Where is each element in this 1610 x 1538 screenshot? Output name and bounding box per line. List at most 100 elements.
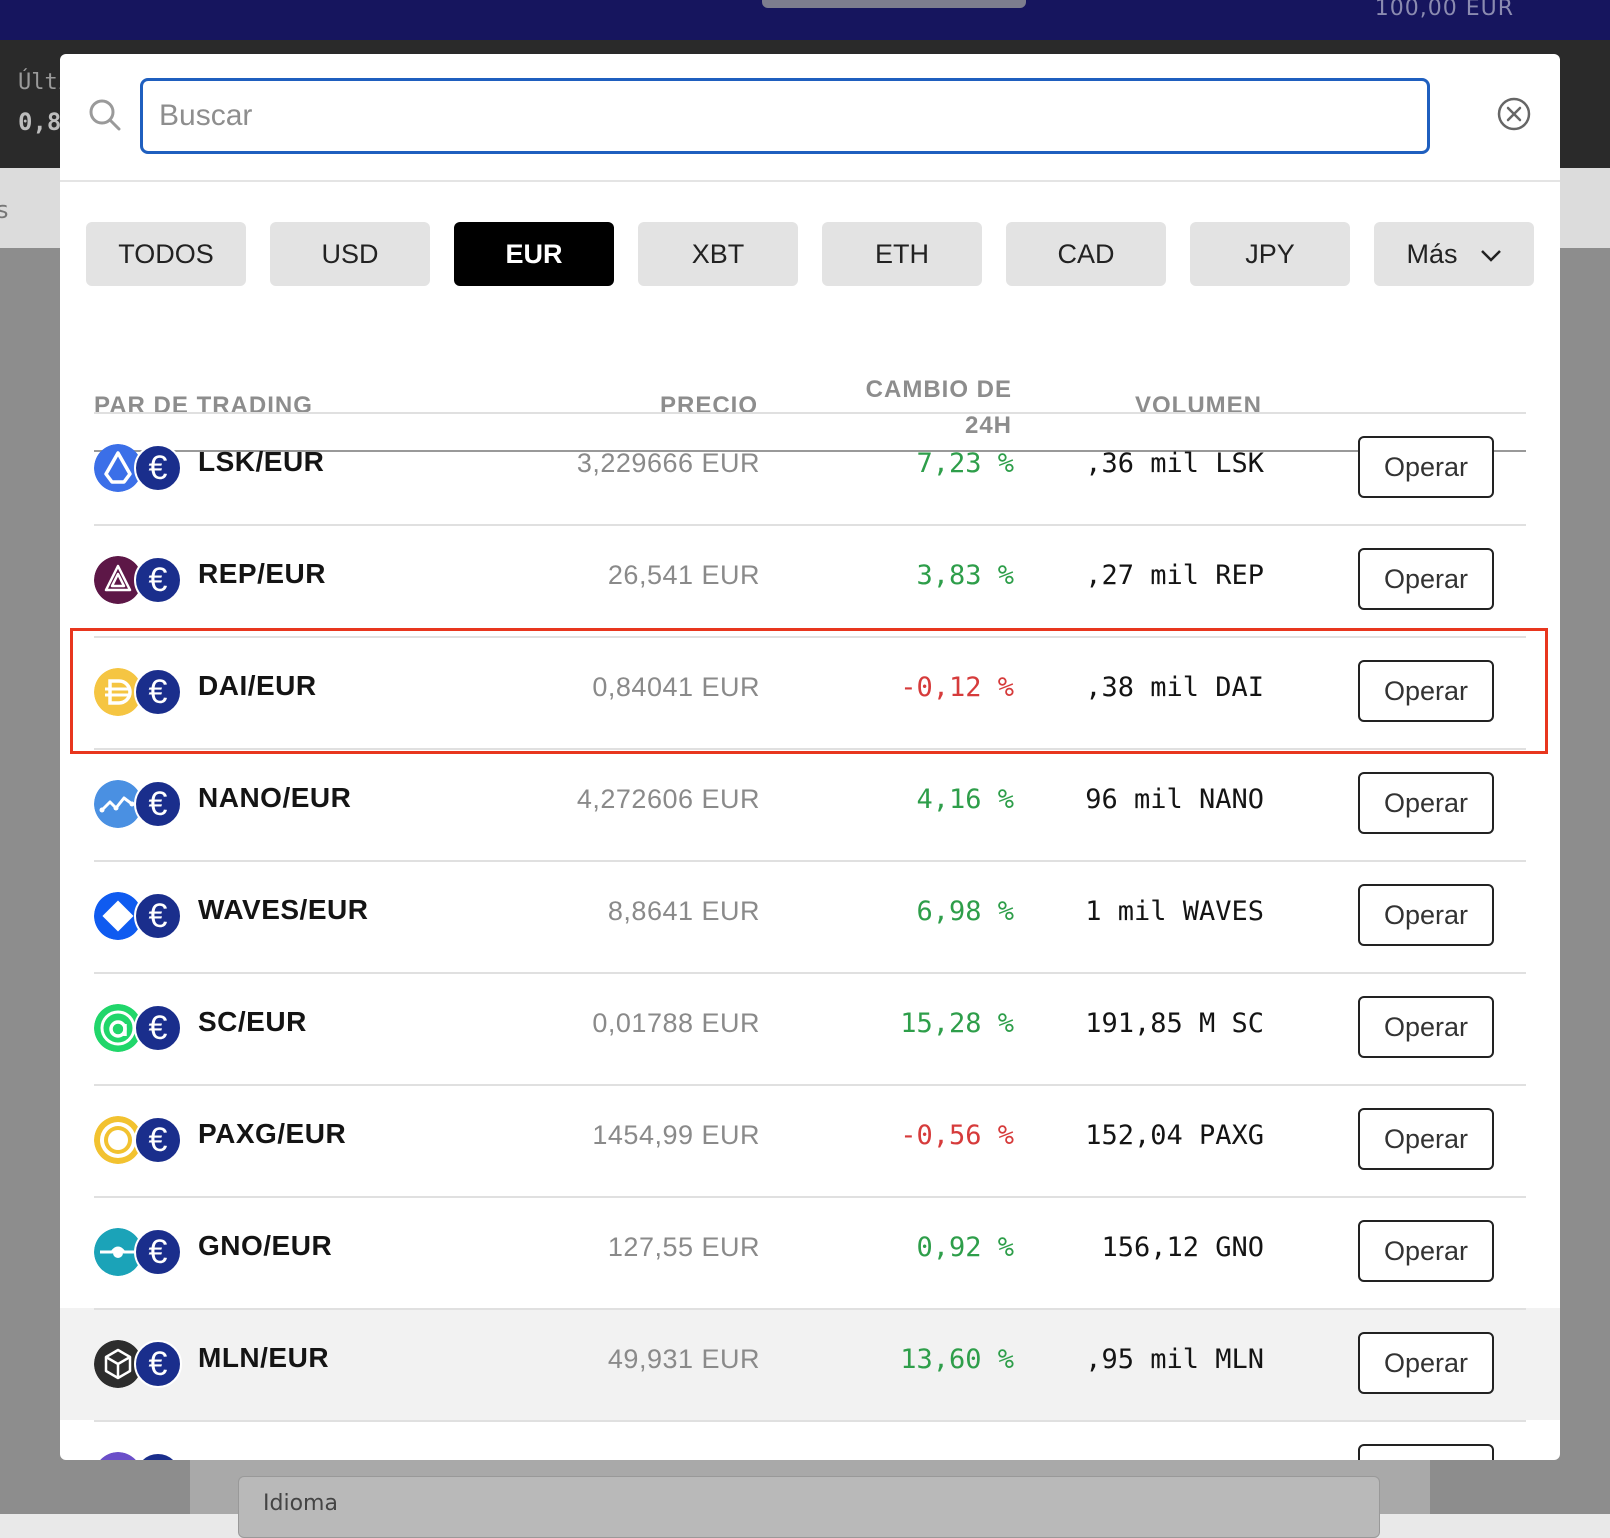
tab-xbt[interactable]: XBT (638, 222, 798, 286)
tab-eur[interactable]: EUR (454, 222, 614, 286)
euro-icon: € (134, 1228, 182, 1276)
trade-button[interactable]: Operar (1358, 1220, 1494, 1282)
table-row[interactable]: € DAI/EUR 0,84041 EUR -0,12 % ,38 mil DA… (60, 636, 1560, 748)
tab-todos[interactable]: TODOS (86, 222, 246, 286)
tab-label: TODOS (118, 239, 214, 269)
row-divider (94, 1084, 1526, 1086)
close-icon[interactable] (1496, 96, 1532, 132)
pair-name: DAI/EUR (198, 670, 317, 701)
euro-icon: € (134, 1116, 182, 1164)
drag-handle (762, 0, 1026, 8)
pair-price: 8,8641 EUR (607, 896, 760, 926)
pair-name: LSK/EUR (198, 446, 325, 477)
row-divider (94, 860, 1526, 862)
row-divider (94, 748, 1526, 750)
row-divider (94, 636, 1526, 638)
pair-change: 4,16 % (916, 784, 1014, 815)
pair-name: WAVES/EUR (198, 894, 369, 925)
language-select[interactable]: Idioma (238, 1476, 1380, 1538)
pair-volume: ,36 mil LSK (1085, 448, 1264, 479)
market-selector-modal: TODOS USD EUR XBT ETH CAD JPY Más PAR DE… (60, 54, 1560, 1460)
pair-name: GNO/EUR (198, 1230, 333, 1261)
pair-volume: ,38 mil DAI (1085, 672, 1264, 703)
euro-icon: € (134, 444, 182, 492)
trade-button[interactable]: Operar (1358, 884, 1494, 946)
pair-price: 4,272606 EUR (576, 784, 760, 814)
pair-volume: 191,85 M SC (1085, 1008, 1264, 1039)
pair-volume: 152,04 PAXG (1085, 1120, 1264, 1151)
trade-button[interactable]: Operar (1358, 772, 1494, 834)
pair-volume: ,27 mil REP (1085, 560, 1264, 591)
table-row[interactable]: € REP/EUR 26,541 EUR 3,83 % ,27 mil REP … (60, 524, 1560, 636)
table-row[interactable]: € PAXG/EUR 1454,99 EUR -0,56 % 152,04 PA… (60, 1084, 1560, 1196)
tab-label: EUR (505, 239, 563, 269)
app-top-bar: 100,00 EUR (0, 0, 1610, 40)
pair-price: 0,01788 EUR (592, 1008, 760, 1038)
header-change-line1: CAMBIO DE (865, 376, 1012, 403)
search-input[interactable] (140, 78, 1430, 154)
tab-label: USD (321, 239, 379, 269)
tab-cad[interactable]: CAD (1006, 222, 1166, 286)
row-divider (94, 972, 1526, 974)
table-row[interactable]: € SC/EUR 0,01788 EUR 15,28 % 191,85 M SC… (60, 972, 1560, 1084)
pair-change: 0,92 % (916, 1232, 1014, 1263)
tab-eth[interactable]: ETH (822, 222, 982, 286)
tab-more[interactable]: Más (1374, 222, 1534, 286)
search-icon (89, 99, 121, 131)
trade-button[interactable]: Operar (1358, 660, 1494, 722)
pair-volume: 1 mil WAVES (1085, 896, 1264, 927)
tab-label: CAD (1057, 239, 1115, 269)
pair-name: MLN/EUR (198, 1342, 330, 1373)
trade-button[interactable]: Operar (1358, 548, 1494, 610)
coin-icon (100, 1452, 136, 1460)
euro-icon: € (134, 556, 182, 604)
euro-icon: € (134, 892, 182, 940)
pair-volume: 156,12 GNO (1101, 1232, 1264, 1263)
euro-icon: € (134, 1452, 182, 1460)
pair-change: 6,98 % (916, 896, 1014, 927)
trade-button[interactable]: Operar (1358, 1108, 1494, 1170)
tab-usd[interactable]: USD (270, 222, 430, 286)
pair-change: 15,28 % (900, 1008, 1014, 1039)
row-divider (94, 412, 1526, 414)
pair-price: 26,541 EUR (607, 560, 760, 590)
table-row[interactable]: € NANO/EUR 4,272606 EUR 4,16 % 96 mil NA… (60, 748, 1560, 860)
tab-label: XBT (691, 239, 745, 269)
tab-label: ETH (875, 239, 929, 269)
chevron-down-icon (1480, 249, 1501, 262)
pair-change: -0,56 % (900, 1120, 1014, 1151)
euro-icon: € (134, 668, 182, 716)
pair-name: NANO/EUR (198, 782, 352, 813)
pair-price: 0,84041 EUR (592, 672, 760, 702)
pair-name: REP/EUR (198, 558, 326, 589)
trade-button[interactable] (1358, 1444, 1494, 1460)
row-divider (94, 1308, 1526, 1310)
tab-label: Más (1406, 239, 1458, 269)
table-row[interactable]: € (60, 1420, 1560, 1460)
pair-price: 3,229666 EUR (576, 448, 760, 478)
trade-button[interactable]: Operar (1358, 1332, 1494, 1394)
pair-price: 1454,99 EUR (592, 1120, 760, 1150)
trade-button[interactable]: Operar (1358, 436, 1494, 498)
row-divider (94, 1196, 1526, 1198)
tab-jpy[interactable]: JPY (1190, 222, 1350, 286)
pair-change: 13,60 % (900, 1344, 1014, 1375)
table-row[interactable]: € GNO/EUR 127,55 EUR 0,92 % 156,12 GNO O… (60, 1196, 1560, 1308)
language-label: Idioma (263, 1491, 338, 1516)
euro-icon: € (134, 1004, 182, 1052)
currency-filter-tabs: TODOS USD EUR XBT ETH CAD JPY Más (86, 222, 1546, 286)
pair-change: 7,23 % (916, 448, 1014, 479)
row-divider (94, 1420, 1526, 1422)
pair-price: 127,55 EUR (607, 1232, 760, 1262)
pair-volume: 96 mil NANO (1085, 784, 1264, 815)
pair-price: 49,931 EUR (607, 1344, 760, 1374)
table-row[interactable]: € MLN/EUR 49,931 EUR 13,60 % ,95 mil MLN… (60, 1308, 1560, 1420)
euro-icon: € (134, 780, 182, 828)
background-tab-label: s (0, 196, 9, 224)
last-price-value: 0,8 (18, 108, 62, 136)
table-row[interactable]: € LSK/EUR 3,229666 EUR 7,23 % ,36 mil LS… (60, 412, 1560, 524)
trade-button[interactable]: Operar (1358, 996, 1494, 1058)
table-row[interactable]: € WAVES/EUR 8,8641 EUR 6,98 % 1 mil WAVE… (60, 860, 1560, 972)
search-bar (60, 54, 1560, 182)
row-divider (94, 524, 1526, 526)
